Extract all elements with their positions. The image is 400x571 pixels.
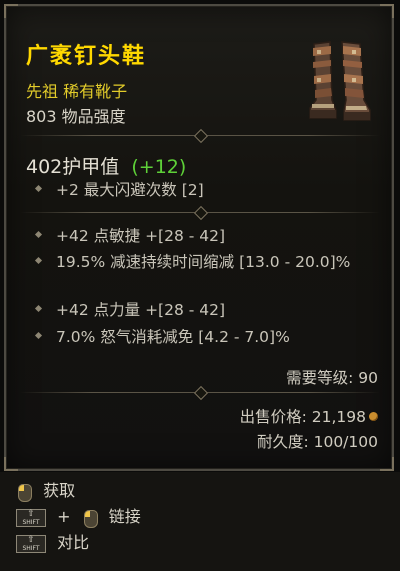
- armor-number: 402护甲值: [26, 156, 120, 178]
- item-type: 先祖 稀有靴子: [26, 82, 128, 101]
- affix-text: +2 最大闪避次数 [2]: [56, 181, 204, 199]
- affix-line: +42 点力量 +[28 - 42]: [34, 299, 366, 321]
- diamond-bullet-icon: [34, 230, 43, 239]
- armor-bonus: (+12): [131, 156, 187, 178]
- armor-value: 402护甲值 (+12): [26, 152, 186, 179]
- diamond-bullet-icon: [34, 331, 43, 340]
- shift-key-icon: ⇧ SHIFT: [16, 508, 46, 527]
- section-divider: [20, 385, 380, 401]
- durability: 耐久度: 100/100: [256, 433, 378, 451]
- control-pickup[interactable]: 获取: [16, 480, 75, 502]
- affix-text: +42 点力量 +[28 - 42]: [56, 301, 226, 319]
- control-label: 对比: [57, 533, 90, 552]
- affix-text: 7.0% 怒气消耗减免 [4.2 - 7.0]%: [56, 328, 290, 346]
- affix-line: 7.0% 怒气消耗减免 [4.2 - 7.0]%: [34, 326, 366, 348]
- diamond-bullet-icon: [34, 304, 43, 313]
- controls-panel: 获取 ⇧ SHIFT + 链接 ⇧ SHIFT 对比: [0, 472, 400, 571]
- shift-key-icon: ⇧ SHIFT: [16, 534, 46, 553]
- boots-icon: [309, 41, 371, 121]
- item-name: 广袤钉头鞋: [26, 44, 147, 69]
- affix-line: 19.5% 减速持续时间缩减 [13.0 - 20.0]%: [34, 251, 366, 273]
- control-compare[interactable]: ⇧ SHIFT 对比: [16, 532, 89, 554]
- sell-price-text: 出售价格: 21,198: [239, 408, 366, 426]
- plus-sign: +: [57, 507, 71, 526]
- control-link[interactable]: ⇧ SHIFT + 链接: [16, 506, 141, 528]
- section-divider: [20, 205, 380, 221]
- control-label: 获取: [43, 481, 76, 500]
- section-divider: [20, 128, 380, 144]
- affix-text: 19.5% 减速持续时间缩减 [13.0 - 20.0]%: [56, 253, 351, 271]
- affix-text: +42 点敏捷 +[28 - 42]: [56, 227, 226, 245]
- gold-coin-icon: [369, 412, 378, 421]
- level-requirement: 需要等级: 90: [286, 369, 378, 387]
- mouse-left-click-icon: [82, 509, 98, 528]
- control-label: 链接: [108, 507, 141, 526]
- frame-corner: [4, 4, 18, 18]
- sell-price: 出售价格: 21,198: [240, 405, 378, 427]
- affix-line: +42 点敏捷 +[28 - 42]: [34, 225, 366, 247]
- diamond-bullet-icon: [34, 184, 43, 193]
- item-power: 803 物品强度: [26, 107, 126, 126]
- diamond-bullet-icon: [34, 256, 43, 265]
- frame-corner: [380, 4, 394, 18]
- frame-corner: [380, 457, 394, 471]
- frame-corner: [4, 457, 18, 471]
- implicit-affix: +2 最大闪避次数 [2]: [34, 179, 366, 201]
- mouse-left-click-icon: [16, 483, 32, 502]
